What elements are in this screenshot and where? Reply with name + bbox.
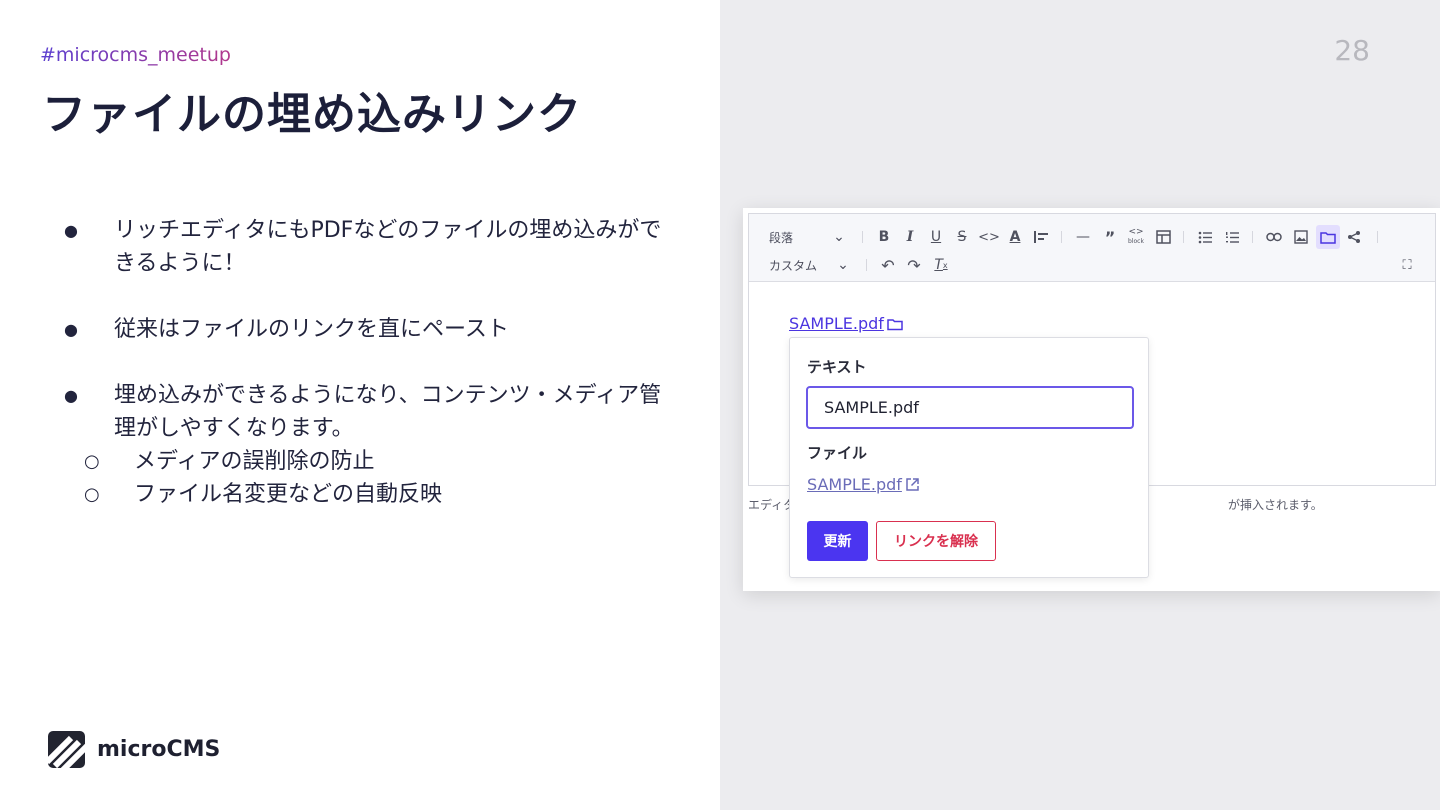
bullet-item: ● 埋め込みができるようになり、コンテンツ・メディア管理がしやすくなります。 ○…: [62, 379, 662, 511]
text-label: テキスト: [807, 358, 867, 376]
file-link-text: SAMPLE.pdf: [807, 475, 902, 494]
link-icon[interactable]: [1262, 225, 1286, 249]
microcms-logo-icon: [48, 731, 85, 768]
embedded-file-link[interactable]: SAMPLE.pdf: [789, 314, 904, 333]
embedded-file-name: SAMPLE.pdf: [789, 314, 884, 333]
undo-icon[interactable]: ↶: [876, 253, 900, 277]
link-text-input[interactable]: [806, 386, 1134, 429]
paragraph-select[interactable]: 段落: [769, 223, 793, 251]
bulleted-list-icon[interactable]: [1193, 225, 1217, 249]
bullet-dot-icon: ●: [64, 221, 78, 240]
bold-icon[interactable]: B: [872, 225, 896, 249]
bullet-dot-icon: ●: [64, 386, 78, 405]
hashtag: #microcms_meetup: [40, 44, 231, 66]
chevron-down-icon[interactable]: ⌄: [829, 223, 849, 251]
bullet-item: ● リッチエディタにもPDFなどのファイルの埋め込みができるように！: [62, 214, 662, 280]
sub-bullet-text: メディアの誤削除の防止: [134, 449, 375, 474]
table-icon[interactable]: [1151, 225, 1175, 249]
folder-icon: [886, 317, 904, 331]
italic-icon[interactable]: I: [898, 225, 922, 249]
share-icon[interactable]: [1342, 225, 1366, 249]
sub-bullet-item: ○ ファイル名変更などの自動反映: [62, 478, 662, 511]
sub-bullet-list: ○ メディアの誤削除の防止 ○ ファイル名変更などの自動反映: [62, 445, 662, 511]
bullet-text: 埋め込みができるようになり、コンテンツ・メディア管理がしやすくなります。: [114, 383, 662, 441]
slide-title: ファイルの埋め込みリンク: [42, 89, 582, 140]
folder-icon[interactable]: [1316, 225, 1340, 249]
editor-hint-right: が挿入されます。: [1228, 498, 1323, 512]
brand: microCMS: [48, 731, 220, 768]
strikethrough-icon[interactable]: S: [950, 225, 974, 249]
image-icon[interactable]: [1289, 225, 1313, 249]
circle-bullet-icon: ○: [84, 484, 100, 505]
custom-select-label: カスタム: [769, 258, 818, 273]
code-icon[interactable]: <>: [977, 225, 1001, 249]
blockquote-icon[interactable]: ”: [1098, 225, 1122, 249]
page-number: 28: [1334, 34, 1370, 67]
horizontal-rule-icon[interactable]: —: [1071, 225, 1095, 249]
text-color-icon[interactable]: A: [1003, 225, 1027, 249]
bullet-dot-icon: ●: [64, 320, 78, 339]
update-button[interactable]: 更新: [807, 521, 868, 561]
slide-left-panel: #microcms_meetup ファイルの埋め込みリンク ● リッチエディタに…: [0, 0, 720, 810]
file-label: ファイル: [807, 444, 868, 462]
editor-toolbar: 段落 ⌄ B I U S <> A — ” <> block カスタム ⌄ ↶ …: [749, 214, 1435, 282]
code-block-icon[interactable]: <> block: [1124, 225, 1148, 249]
file-link[interactable]: SAMPLE.pdf: [807, 475, 920, 494]
numbered-list-icon[interactable]: [1220, 225, 1244, 249]
custom-select[interactable]: カスタム: [769, 251, 817, 279]
sub-bullet-text: ファイル名変更などの自動反映: [134, 482, 443, 507]
bullet-list: ● リッチエディタにもPDFなどのファイルの埋め込みができるように！ ● 従来は…: [62, 214, 662, 544]
chevron-down-icon[interactable]: ⌄: [833, 251, 853, 279]
clear-format-icon[interactable]: Tx: [929, 253, 953, 277]
bullet-text: 従来はファイルのリンクを直にペースト: [114, 317, 509, 342]
align-icon[interactable]: [1029, 225, 1053, 249]
external-link-icon: [905, 477, 920, 492]
redo-icon[interactable]: ↷: [902, 253, 926, 277]
bullet-item: ● 従来はファイルのリンクを直にペースト: [62, 313, 662, 346]
toolbar-row: 段落 ⌄ B I U S <> A — ” <> block: [749, 223, 1435, 251]
unlink-button[interactable]: リンクを解除: [876, 521, 996, 561]
underline-icon[interactable]: U: [924, 225, 948, 249]
link-edit-popover: テキスト ファイル SAMPLE.pdf 更新 リンクを解除: [789, 337, 1149, 578]
paragraph-select-label: 段落: [769, 230, 794, 245]
fullscreen-icon[interactable]: ⛶: [1395, 253, 1419, 277]
sub-bullet-item: ○ メディアの誤削除の防止: [62, 445, 662, 478]
toolbar-row: カスタム ⌄ ↶ ↷ Tx ⛶: [749, 251, 1435, 279]
brand-name: microCMS: [97, 737, 221, 762]
circle-bullet-icon: ○: [84, 451, 100, 472]
bullet-text: リッチエディタにもPDFなどのファイルの埋め込みができるように！: [114, 218, 662, 276]
